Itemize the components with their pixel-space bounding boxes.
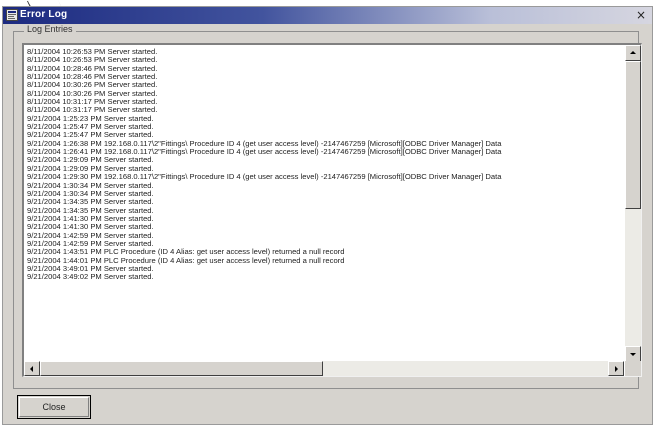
arrow-down-icon (630, 353, 636, 356)
log-entries-label: Log Entries (24, 24, 76, 34)
scroll-up-button[interactable] (625, 45, 641, 61)
log-list[interactable]: 8/11/2004 10:26:53 PM Server started. 8/1… (22, 43, 642, 377)
arrow-left-icon (30, 365, 33, 372)
close-button[interactable]: Close (17, 395, 91, 419)
window-title: Error Log (20, 9, 68, 20)
log-list-items: 8/11/2004 10:26:53 PM Server started. 8/1… (27, 48, 623, 358)
arrow-up-icon (630, 51, 636, 54)
horizontal-scrollbar[interactable] (24, 361, 624, 376)
log-entry[interactable]: 9/21/2004 3:49:02 PM Server started. (27, 272, 623, 281)
close-icon[interactable]: × (635, 8, 647, 22)
title-bar[interactable]: Error Log (3, 7, 652, 24)
horizontal-scroll-thumb[interactable] (40, 361, 323, 376)
arrow-right-icon (615, 365, 618, 372)
app-icon (6, 9, 18, 21)
scrollbar-corner (625, 361, 641, 376)
close-button-label: Close (42, 402, 66, 412)
vertical-scrollbar[interactable] (625, 45, 641, 362)
scroll-left-button[interactable] (24, 361, 40, 376)
scroll-down-button[interactable] (625, 346, 641, 362)
scroll-right-button[interactable] (608, 361, 624, 376)
vertical-scroll-thumb[interactable] (625, 61, 641, 209)
